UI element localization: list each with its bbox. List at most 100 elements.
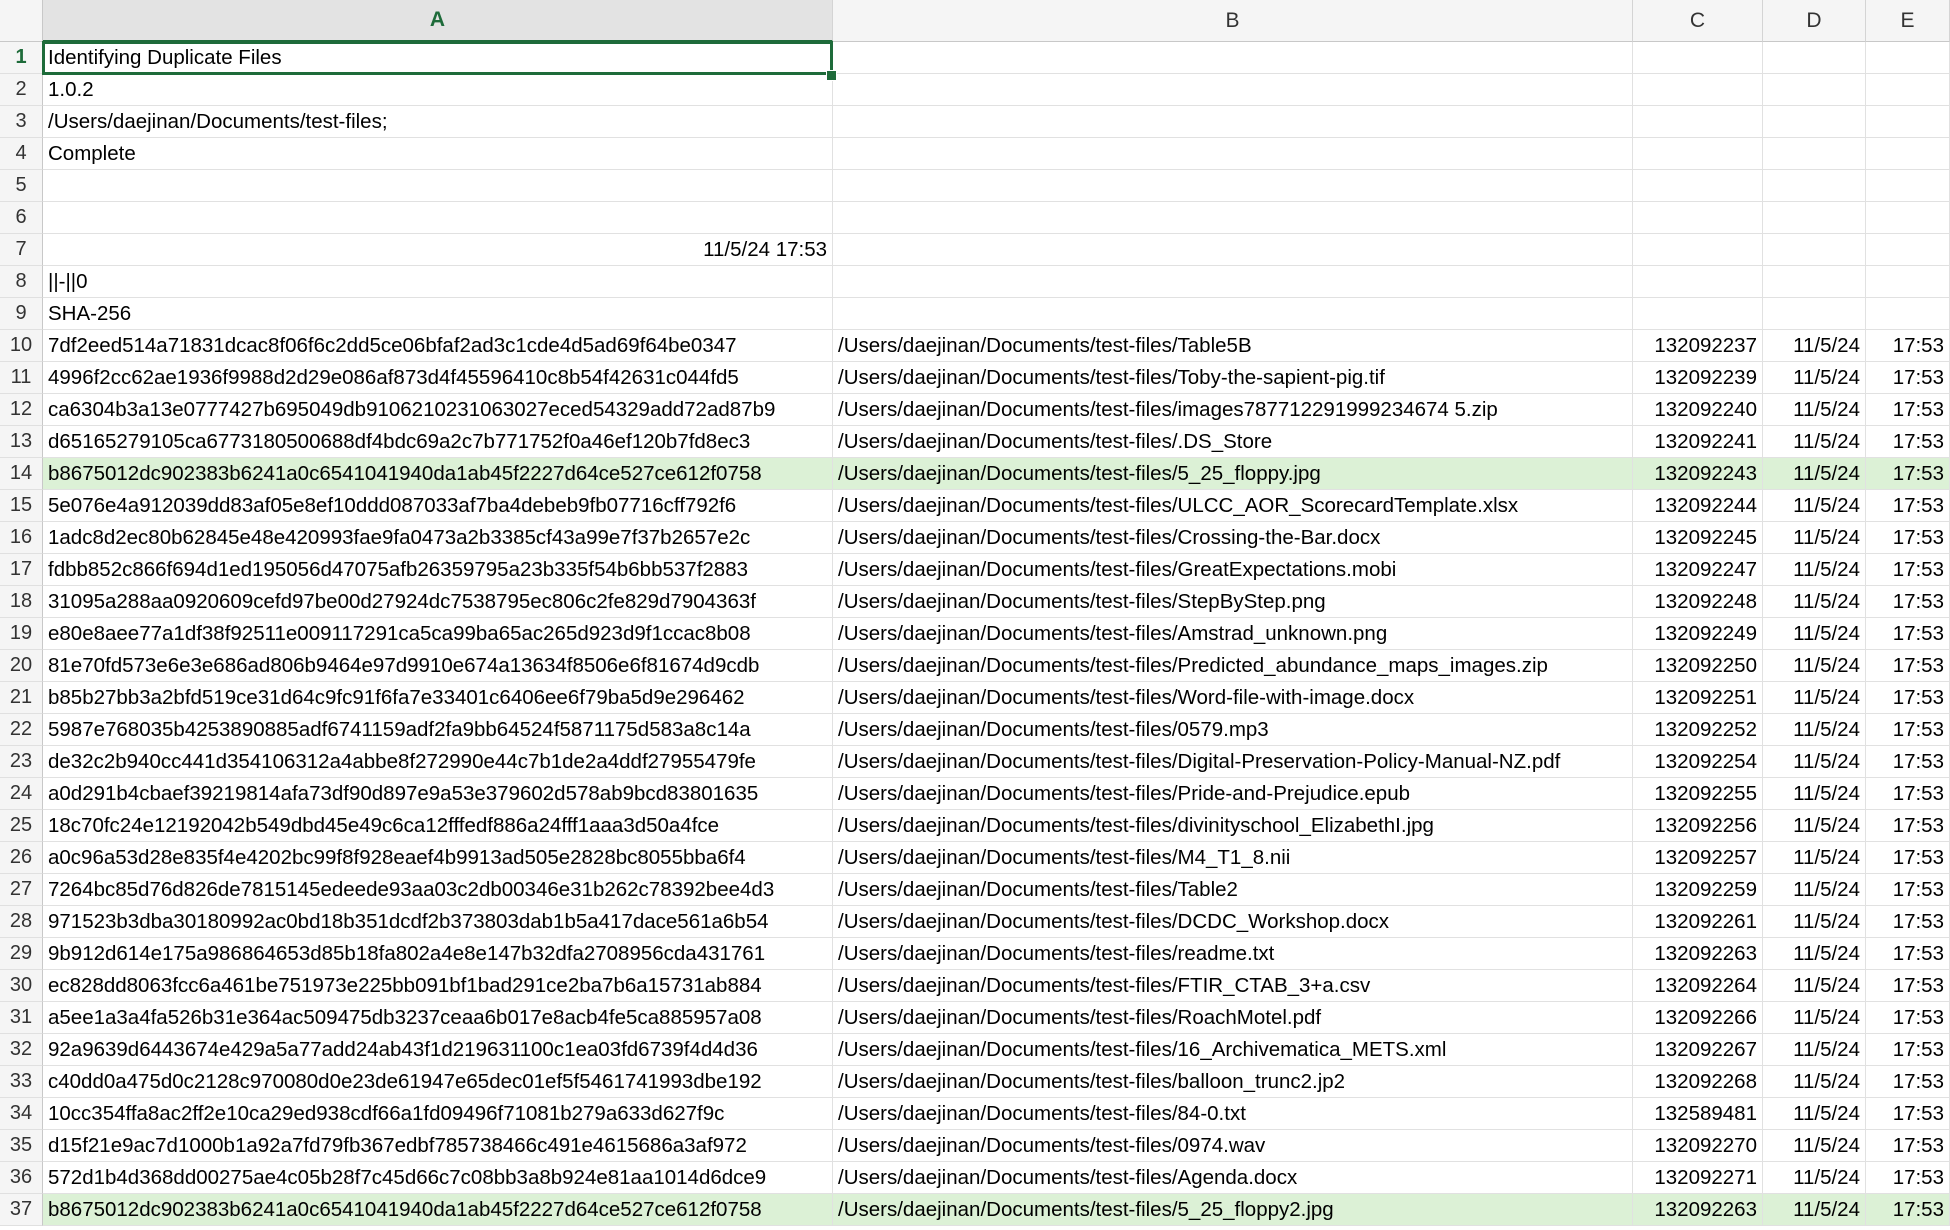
cell-e34[interactable]: 17:53 xyxy=(1866,1098,1950,1130)
cell-e16[interactable]: 17:53 xyxy=(1866,522,1950,554)
cell-c21[interactable]: 132092251 xyxy=(1633,682,1763,714)
cell-b27[interactable]: /Users/daejinan/Documents/test-files/Tab… xyxy=(833,874,1633,906)
cell-c2[interactable] xyxy=(1633,74,1763,106)
cell-c11[interactable]: 132092239 xyxy=(1633,362,1763,394)
row-header[interactable]: 17 xyxy=(0,554,43,586)
cell-a12[interactable]: ca6304b3a13e0777427b695049db910621023106… xyxy=(43,394,833,426)
cell-d17[interactable]: 11/5/24 xyxy=(1763,554,1866,586)
cell-b31[interactable]: /Users/daejinan/Documents/test-files/Roa… xyxy=(833,1002,1633,1034)
row-header[interactable]: 18 xyxy=(0,586,43,618)
cell-c32[interactable]: 132092267 xyxy=(1633,1034,1763,1066)
cell-e6[interactable] xyxy=(1866,202,1950,234)
cell-d27[interactable]: 11/5/24 xyxy=(1763,874,1866,906)
cell-e10[interactable]: 17:53 xyxy=(1866,330,1950,362)
cell-e14[interactable]: 17:53 xyxy=(1866,458,1950,490)
cell-c12[interactable]: 132092240 xyxy=(1633,394,1763,426)
cell-b13[interactable]: /Users/daejinan/Documents/test-files/.DS… xyxy=(833,426,1633,458)
cell-e15[interactable]: 17:53 xyxy=(1866,490,1950,522)
cell-a8[interactable]: ||-||0 xyxy=(43,266,833,298)
cell-b26[interactable]: /Users/daejinan/Documents/test-files/M4_… xyxy=(833,842,1633,874)
row-header[interactable]: 23 xyxy=(0,746,43,778)
cell-c5[interactable] xyxy=(1633,170,1763,202)
cell-b15[interactable]: /Users/daejinan/Documents/test-files/ULC… xyxy=(833,490,1633,522)
cell-e5[interactable] xyxy=(1866,170,1950,202)
cell-c4[interactable] xyxy=(1633,138,1763,170)
cell-d3[interactable] xyxy=(1763,106,1866,138)
cell-e25[interactable]: 17:53 xyxy=(1866,810,1950,842)
cell-e13[interactable]: 17:53 xyxy=(1866,426,1950,458)
cell-c23[interactable]: 132092254 xyxy=(1633,746,1763,778)
row-header[interactable]: 7 xyxy=(0,234,43,266)
cell-d36[interactable]: 11/5/24 xyxy=(1763,1162,1866,1194)
cell-b5[interactable] xyxy=(833,170,1633,202)
cell-a34[interactable]: 10cc354ffa8ac2ff2e10ca29ed938cdf66a1fd09… xyxy=(43,1098,833,1130)
cell-a17[interactable]: fdbb852c866f694d1ed195056d47075afb263597… xyxy=(43,554,833,586)
cell-c18[interactable]: 132092248 xyxy=(1633,586,1763,618)
row-header[interactable]: 25 xyxy=(0,810,43,842)
row-header[interactable]: 6 xyxy=(0,202,43,234)
cell-c9[interactable] xyxy=(1633,298,1763,330)
cell-e2[interactable] xyxy=(1866,74,1950,106)
cell-c20[interactable]: 132092250 xyxy=(1633,650,1763,682)
select-all-corner[interactable] xyxy=(0,0,43,42)
cell-b17[interactable]: /Users/daejinan/Documents/test-files/Gre… xyxy=(833,554,1633,586)
cell-e9[interactable] xyxy=(1866,298,1950,330)
cell-c26[interactable]: 132092257 xyxy=(1633,842,1763,874)
cell-d11[interactable]: 11/5/24 xyxy=(1763,362,1866,394)
cell-b23[interactable]: /Users/daejinan/Documents/test-files/Dig… xyxy=(833,746,1633,778)
cell-e31[interactable]: 17:53 xyxy=(1866,1002,1950,1034)
cell-b8[interactable] xyxy=(833,266,1633,298)
cell-d37[interactable]: 11/5/24 xyxy=(1763,1194,1866,1226)
cell-c27[interactable]: 132092259 xyxy=(1633,874,1763,906)
cell-e36[interactable]: 17:53 xyxy=(1866,1162,1950,1194)
column-header-e[interactable]: E xyxy=(1866,0,1950,42)
cell-d13[interactable]: 11/5/24 xyxy=(1763,426,1866,458)
cell-e33[interactable]: 17:53 xyxy=(1866,1066,1950,1098)
cell-d30[interactable]: 11/5/24 xyxy=(1763,970,1866,1002)
cell-a25[interactable]: 18c70fc24e12192042b549dbd45e49c6ca12fffe… xyxy=(43,810,833,842)
cell-a19[interactable]: e80e8aee77a1df38f92511e009117291ca5ca99b… xyxy=(43,618,833,650)
cell-a11[interactable]: 4996f2cc62ae1936f9988d2d29e086af873d4f45… xyxy=(43,362,833,394)
row-header[interactable]: 8 xyxy=(0,266,43,298)
cell-b20[interactable]: /Users/daejinan/Documents/test-files/Pre… xyxy=(833,650,1633,682)
cell-a23[interactable]: de32c2b940cc441d354106312a4abbe8f272990e… xyxy=(43,746,833,778)
cell-d31[interactable]: 11/5/24 xyxy=(1763,1002,1866,1034)
row-header[interactable]: 32 xyxy=(0,1034,43,1066)
cell-d28[interactable]: 11/5/24 xyxy=(1763,906,1866,938)
cell-c17[interactable]: 132092247 xyxy=(1633,554,1763,586)
row-header[interactable]: 15 xyxy=(0,490,43,522)
cell-a26[interactable]: a0c96a53d28e835f4e4202bc99f8f928eaef4b99… xyxy=(43,842,833,874)
cell-b33[interactable]: /Users/daejinan/Documents/test-files/bal… xyxy=(833,1066,1633,1098)
cell-c8[interactable] xyxy=(1633,266,1763,298)
row-header[interactable]: 5 xyxy=(0,170,43,202)
cell-e23[interactable]: 17:53 xyxy=(1866,746,1950,778)
row-header[interactable]: 22 xyxy=(0,714,43,746)
cell-b7[interactable] xyxy=(833,234,1633,266)
column-header-a[interactable]: A xyxy=(43,0,833,42)
row-header[interactable]: 9 xyxy=(0,298,43,330)
cell-b29[interactable]: /Users/daejinan/Documents/test-files/rea… xyxy=(833,938,1633,970)
cell-c15[interactable]: 132092244 xyxy=(1633,490,1763,522)
row-header[interactable]: 10 xyxy=(0,330,43,362)
cell-d19[interactable]: 11/5/24 xyxy=(1763,618,1866,650)
cell-d6[interactable] xyxy=(1763,202,1866,234)
cell-a36[interactable]: 572d1b4d368dd00275ae4c05b28f7c45d66c7c08… xyxy=(43,1162,833,1194)
cell-a32[interactable]: 92a9639d6443674e429a5a77add24ab43f1d2196… xyxy=(43,1034,833,1066)
cell-d35[interactable]: 11/5/24 xyxy=(1763,1130,1866,1162)
cell-d23[interactable]: 11/5/24 xyxy=(1763,746,1866,778)
cell-a24[interactable]: a0d291b4cbaef39219814afa73df90d897e9a53e… xyxy=(43,778,833,810)
cell-a35[interactable]: d15f21e9ac7d1000b1a92a7fd79fb367edbf7857… xyxy=(43,1130,833,1162)
cell-c24[interactable]: 132092255 xyxy=(1633,778,1763,810)
cell-a30[interactable]: ec828dd8063fcc6a461be751973e225bb091bf1b… xyxy=(43,970,833,1002)
cell-e17[interactable]: 17:53 xyxy=(1866,554,1950,586)
cell-d15[interactable]: 11/5/24 xyxy=(1763,490,1866,522)
cell-d29[interactable]: 11/5/24 xyxy=(1763,938,1866,970)
row-header[interactable]: 19 xyxy=(0,618,43,650)
row-header[interactable]: 29 xyxy=(0,938,43,970)
cell-d18[interactable]: 11/5/24 xyxy=(1763,586,1866,618)
cell-e37[interactable]: 17:53 xyxy=(1866,1194,1950,1226)
cell-d1[interactable] xyxy=(1763,42,1866,74)
cell-b34[interactable]: /Users/daejinan/Documents/test-files/84-… xyxy=(833,1098,1633,1130)
cell-b25[interactable]: /Users/daejinan/Documents/test-files/div… xyxy=(833,810,1633,842)
cell-a14[interactable]: b8675012dc902383b6241a0c6541041940da1ab4… xyxy=(43,458,833,490)
